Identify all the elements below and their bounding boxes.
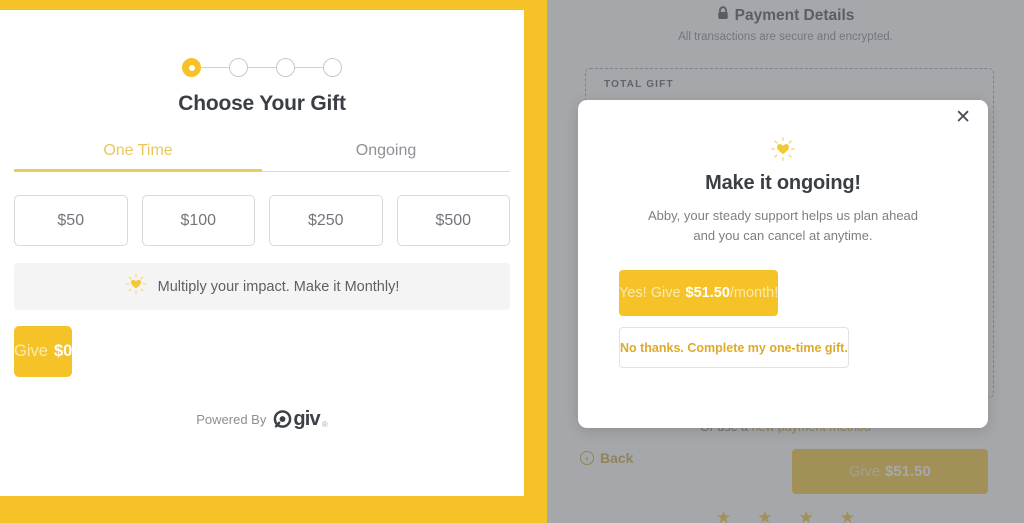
qgiv-logo: giv ® <box>273 408 328 430</box>
tab-one-time[interactable]: One Time <box>14 142 262 172</box>
decline-monthly-button[interactable]: No thanks. Complete my one-time gift. <box>619 327 849 369</box>
donation-card: Choose Your Gift One Time Ongoing $50 $1… <box>0 10 524 496</box>
sparkle-heart-icon <box>125 273 147 300</box>
step-dot-4[interactable] <box>323 58 342 77</box>
amount-options: $50 $100 $250 $500 <box>14 195 510 246</box>
accept-monthly-button[interactable]: Yes! Give $51.50 /month! <box>619 270 779 317</box>
powered-by-footer: Powered By giv ® <box>0 409 524 429</box>
registered-mark-icon: ® <box>321 420 328 429</box>
page-title: Choose Your Gift <box>178 92 346 115</box>
amount-button-500[interactable]: $500 <box>396 195 510 246</box>
step-dot-2[interactable] <box>229 58 248 77</box>
powered-by-text: Powered By <box>196 411 267 427</box>
donation-form-screen: Choose Your Gift One Time Ongoing $50 $1… <box>0 0 1024 523</box>
step-indicator <box>0 58 524 77</box>
give-button[interactable]: Give $0 <box>14 326 73 377</box>
give-button-label: Give <box>14 342 48 360</box>
modal-description-line-2: and you can cancel at anytime. <box>693 228 873 244</box>
modal-title: Make it ongoing! <box>705 172 861 194</box>
amount-button-50[interactable]: $50 <box>14 195 128 246</box>
qgiv-wordmark: giv <box>293 408 320 430</box>
accept-monthly-prefix: Yes! Give <box>619 285 681 302</box>
accept-monthly-amount: $51.50 <box>685 285 730 302</box>
amount-button-250[interactable]: $250 <box>269 195 383 246</box>
modal-description: Abby, your steady support helps us plan … <box>578 206 988 246</box>
modal-description-line-1: Abby, your steady support helps us plan … <box>647 208 919 223</box>
monthly-upsell-text: Multiply your impact. Make it Monthly! <box>157 278 400 295</box>
give-button-amount: $0 <box>53 342 73 360</box>
close-icon[interactable]: ✕ <box>955 108 971 127</box>
step-line-2 <box>248 66 276 69</box>
step-dot-3[interactable] <box>276 58 295 77</box>
make-it-ongoing-modal: ✕ Make it ongoing! Abby, your steady sup… <box>578 100 988 428</box>
tab-ongoing[interactable]: Ongoing <box>262 142 510 172</box>
left-panel: Choose Your Gift One Time Ongoing $50 $1… <box>0 0 547 523</box>
modal-sparkle-heart-icon <box>578 136 988 162</box>
tab-active-underline <box>14 169 262 172</box>
amount-button-100[interactable]: $100 <box>141 195 255 246</box>
gift-frequency-tabs: One Time Ongoing <box>14 142 510 172</box>
monthly-upsell-banner[interactable]: Multiply your impact. Make it Monthly! <box>14 263 510 310</box>
step-dot-1[interactable] <box>182 58 201 77</box>
step-line-1 <box>201 66 229 69</box>
step-line-3 <box>295 66 323 69</box>
accept-monthly-suffix: /month! <box>729 285 779 302</box>
